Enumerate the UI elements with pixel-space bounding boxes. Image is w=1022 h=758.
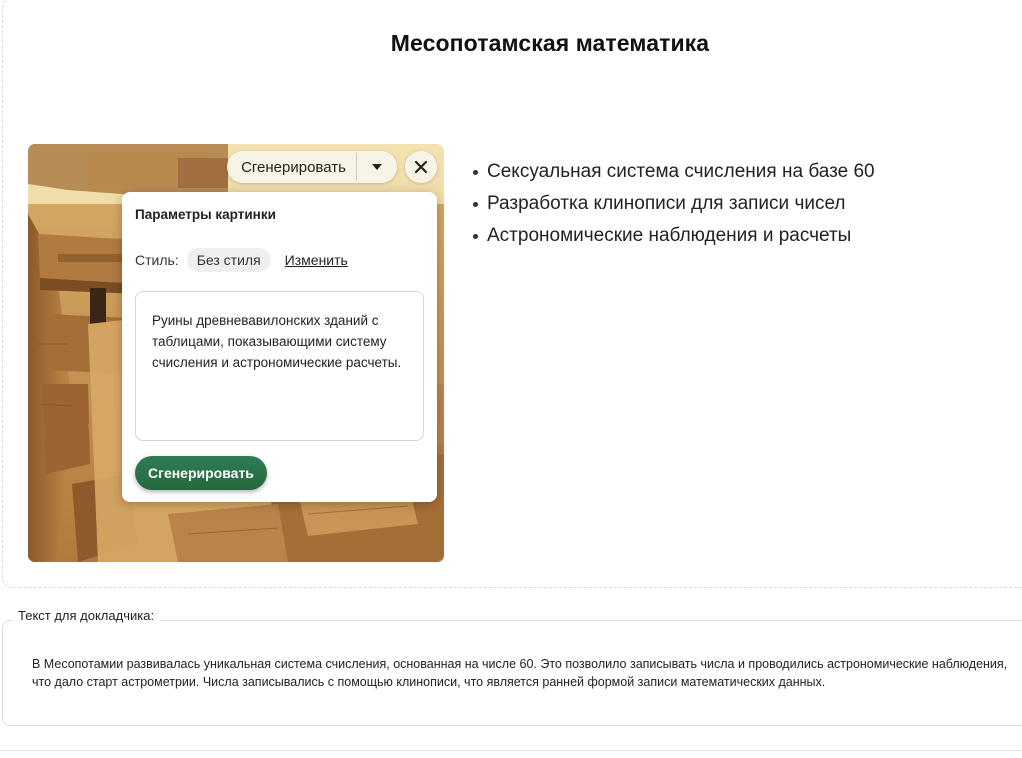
slide-title[interactable]: Месопотамская математика bbox=[0, 30, 1022, 57]
image-generate-toolbar: Сгенерировать bbox=[227, 151, 397, 183]
bullet-item[interactable]: Сексуальная система счисления на базе 60 bbox=[472, 156, 875, 188]
style-value-chip[interactable]: Без стиля bbox=[186, 248, 271, 272]
prompt-input[interactable]: Руины древневавилонских зданий с таблица… bbox=[135, 291, 424, 441]
bullet-list[interactable]: Сексуальная система счисления на базе 60… bbox=[472, 156, 875, 252]
bullet-item[interactable]: Разработка клинописи для записи чисел bbox=[472, 188, 875, 220]
generate-button[interactable]: Сгенерировать bbox=[135, 456, 267, 490]
regenerate-image-button[interactable]: Сгенерировать bbox=[227, 151, 356, 183]
close-button[interactable] bbox=[405, 151, 437, 183]
generate-options-button[interactable] bbox=[357, 151, 397, 183]
close-icon bbox=[414, 160, 428, 174]
bullet-item[interactable]: Астрономические наблюдения и расчеты bbox=[472, 220, 875, 252]
change-style-link[interactable]: Изменить bbox=[285, 252, 348, 268]
image-params-panel: Параметры картинки Стиль: Без стиля Изме… bbox=[122, 192, 437, 502]
caret-down-icon bbox=[372, 164, 382, 170]
speaker-notes-text[interactable]: В Месопотамии развивалась уникальная сис… bbox=[32, 655, 1017, 691]
style-row: Стиль: Без стиля Изменить bbox=[135, 248, 348, 272]
panel-title: Параметры картинки bbox=[135, 207, 276, 222]
divider bbox=[0, 750, 1022, 751]
style-label: Стиль: bbox=[135, 252, 179, 268]
speaker-notes-label: Текст для докладчика: bbox=[12, 608, 161, 623]
